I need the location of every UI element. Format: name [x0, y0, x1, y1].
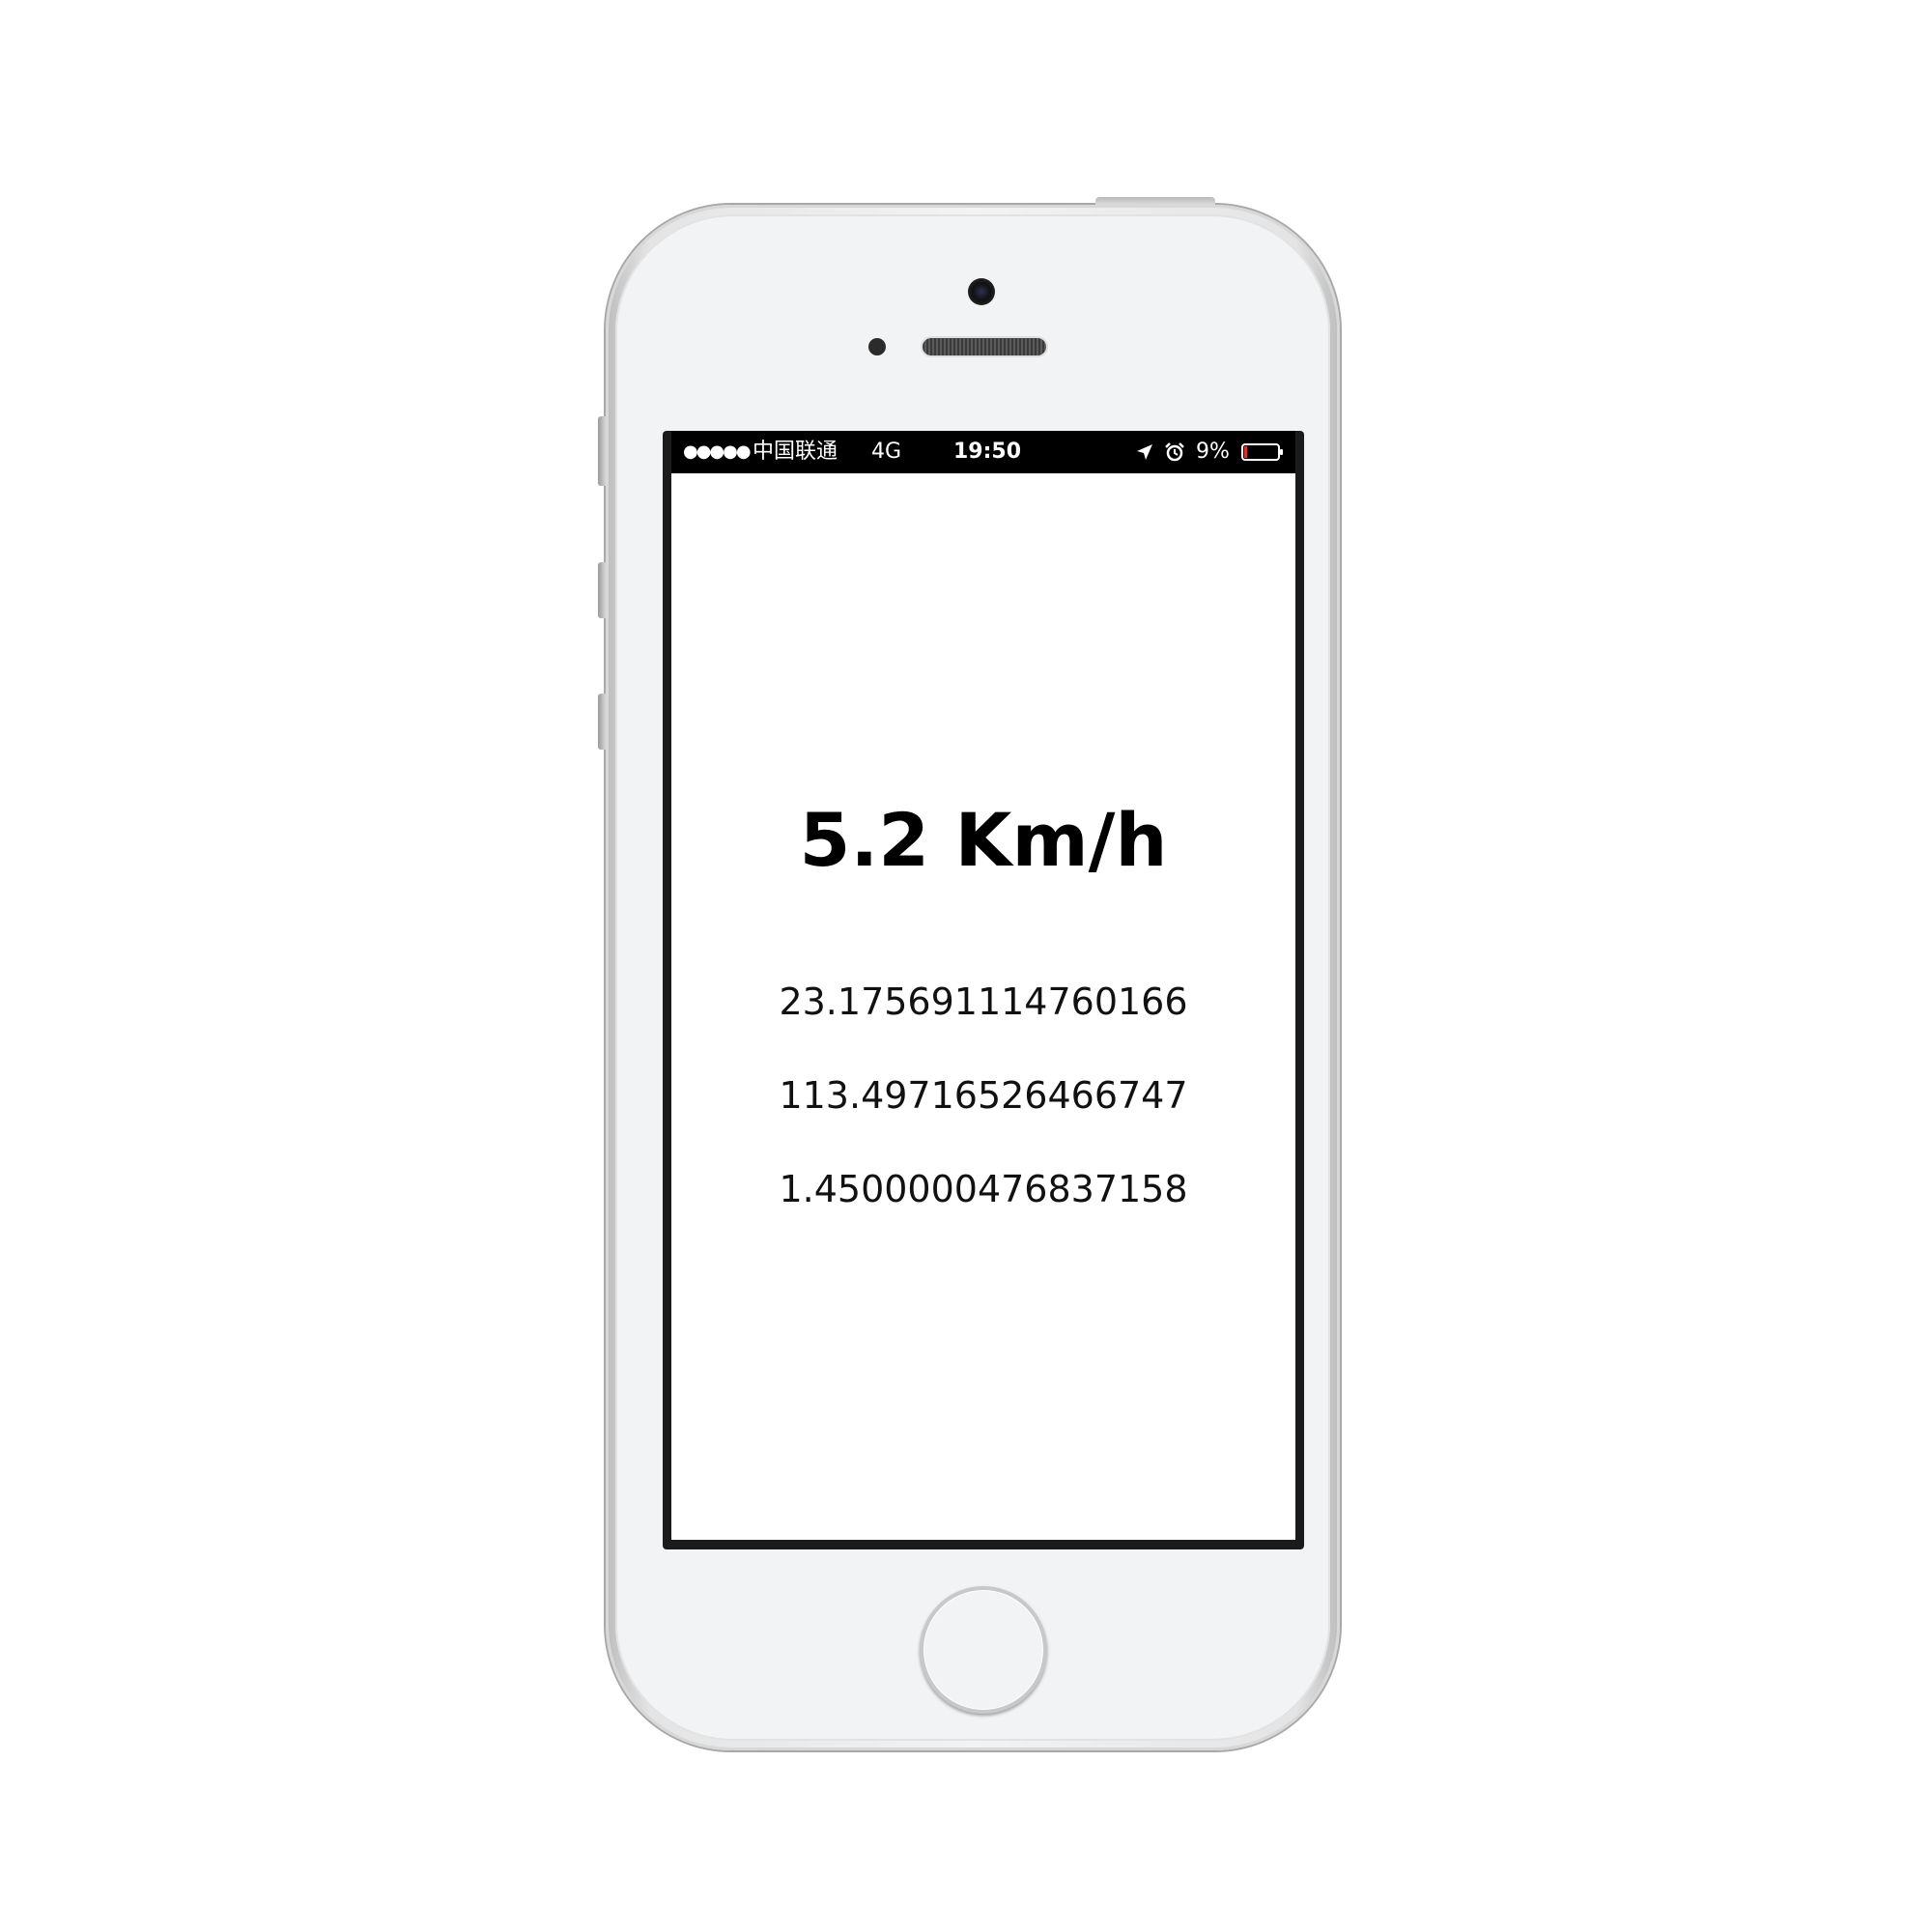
signal-strength: ●●●●●	[683, 441, 752, 462]
latitude-value: 23.175691114760166	[779, 980, 1188, 1023]
battery-icon	[1241, 443, 1283, 461]
battery-percentage: 9%	[1196, 440, 1230, 464]
third-value: 1.4500000476837158	[779, 1168, 1188, 1210]
volume-down-button	[598, 694, 606, 750]
app-content: 5.2 Km/h 23.175691114760166 113.49716526…	[671, 473, 1295, 1540]
power-button	[1095, 197, 1215, 205]
front-camera	[968, 278, 995, 305]
earpiece-speaker	[923, 338, 1046, 355]
longitude-value: 113.49716526466747	[779, 1074, 1188, 1117]
carrier-name: 中国联通	[753, 440, 838, 464]
location-arrow-icon	[1137, 444, 1152, 460]
status-time: 19:50	[953, 440, 1022, 464]
mute-switch	[598, 416, 606, 486]
proximity-sensor	[868, 338, 886, 355]
alarm-clock-icon	[1165, 442, 1184, 462]
status-bar: ●●●●● 中国联通 4G 19:50 9%	[671, 431, 1295, 473]
volume-up-button	[598, 562, 606, 618]
phone-face: ●●●●● 中国联通 4G 19:50 9% 5.2 Km/h 23.17569…	[615, 214, 1330, 1741]
screen: ●●●●● 中国联通 4G 19:50 9% 5.2 Km/h 23.17569…	[663, 431, 1304, 1549]
home-button[interactable]	[920, 1586, 1047, 1714]
phone-device: ●●●●● 中国联通 4G 19:50 9% 5.2 Km/h 23.17569…	[598, 197, 1340, 1750]
speed-readout: 5.2 Km/h	[799, 797, 1168, 883]
network-type: 4G	[871, 440, 902, 464]
